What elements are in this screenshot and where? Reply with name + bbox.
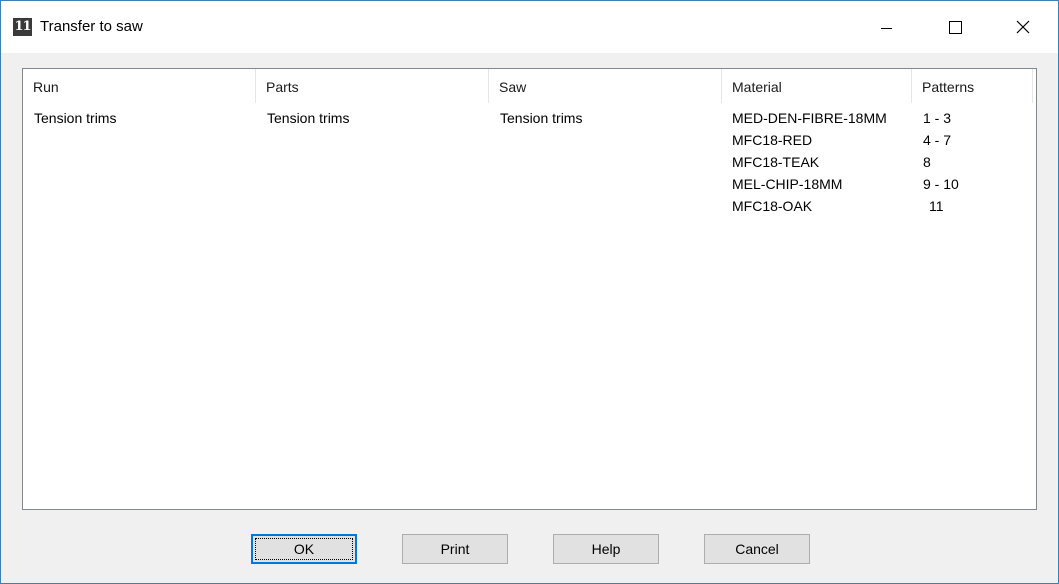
cell-saw: Tension trims	[500, 110, 583, 126]
close-icon	[1016, 20, 1030, 34]
cancel-button-label: Cancel	[735, 541, 779, 557]
minimize-button[interactable]	[863, 1, 909, 53]
title-bar[interactable]: 11 Transfer to saw	[1, 1, 1058, 53]
column-header-parts[interactable]: Parts	[256, 69, 489, 103]
cancel-button[interactable]: Cancel	[704, 534, 810, 564]
maximize-icon	[949, 21, 962, 34]
column-header-run[interactable]: Run	[23, 69, 256, 103]
transfer-list[interactable]: Run Parts Saw Material Patterns Tension …	[22, 68, 1037, 510]
maximize-button[interactable]	[931, 1, 977, 53]
close-button[interactable]	[999, 1, 1045, 53]
app-logo-icon: 11	[13, 18, 32, 36]
cell-patterns: 8	[923, 154, 931, 170]
cell-material: MFC18-RED	[732, 132, 813, 148]
cell-patterns: 11	[929, 198, 944, 214]
column-header-saw[interactable]: Saw	[489, 69, 722, 103]
list-header: Run Parts Saw Material Patterns	[23, 69, 1036, 103]
help-button[interactable]: Help	[553, 534, 659, 564]
print-button[interactable]: Print	[402, 534, 508, 564]
cell-material: MEL-CHIP-18MM	[732, 176, 843, 192]
print-button-label: Print	[440, 541, 470, 557]
cell-patterns: 1 - 3	[923, 110, 952, 126]
cell-parts: Tension trims	[267, 110, 350, 126]
help-button-label: Help	[591, 541, 621, 557]
focus-rectangle	[255, 538, 353, 560]
cell-patterns: 4 - 7	[923, 132, 952, 148]
transfer-to-saw-dialog: 11 Transfer to saw Run Parts Saw Materia…	[0, 0, 1059, 584]
column-header-material[interactable]: Material	[722, 69, 912, 103]
minimize-icon	[881, 28, 892, 29]
cell-patterns: 9 - 10	[923, 176, 959, 192]
window-title: Transfer to saw	[40, 18, 143, 35]
ok-button[interactable]: OK	[251, 534, 357, 564]
column-header-patterns[interactable]: Patterns	[912, 69, 1033, 103]
cell-material: MFC18-OAK	[732, 198, 813, 214]
cell-material: MED-DEN-FIBRE-18MM	[732, 110, 887, 126]
cell-run: Tension trims	[34, 110, 117, 126]
cell-material: MFC18-TEAK	[732, 154, 820, 170]
